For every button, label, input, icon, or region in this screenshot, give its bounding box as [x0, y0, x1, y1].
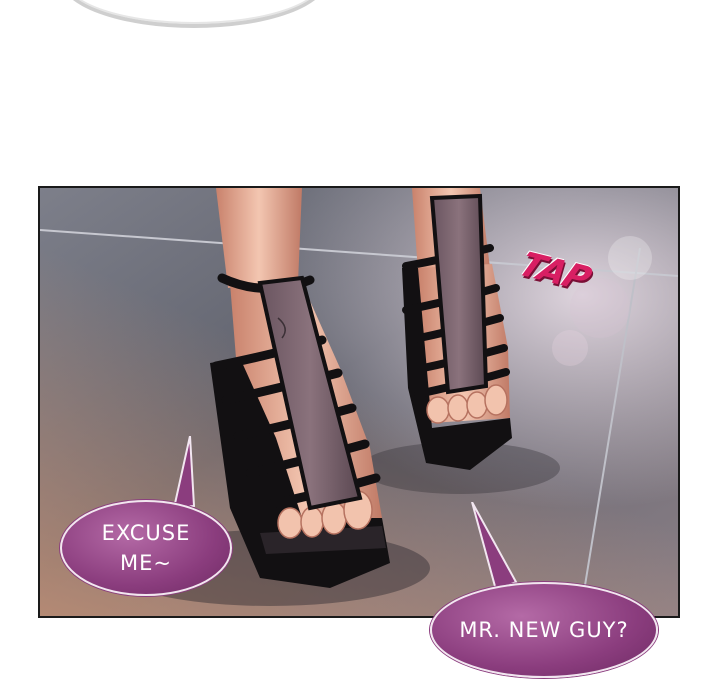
dialogue-line: MR. NEW GUY?	[459, 618, 629, 642]
dialogue-line: EXCUSE	[101, 521, 191, 545]
dialogue-line: ME~	[120, 551, 172, 575]
speech-bubble-icon	[471, 502, 518, 592]
partial-speech-bubble	[60, 0, 328, 28]
speech-bubble: MR. NEW GUY?	[430, 582, 658, 678]
speech-bubble: EXCUSE ME~	[60, 500, 232, 596]
